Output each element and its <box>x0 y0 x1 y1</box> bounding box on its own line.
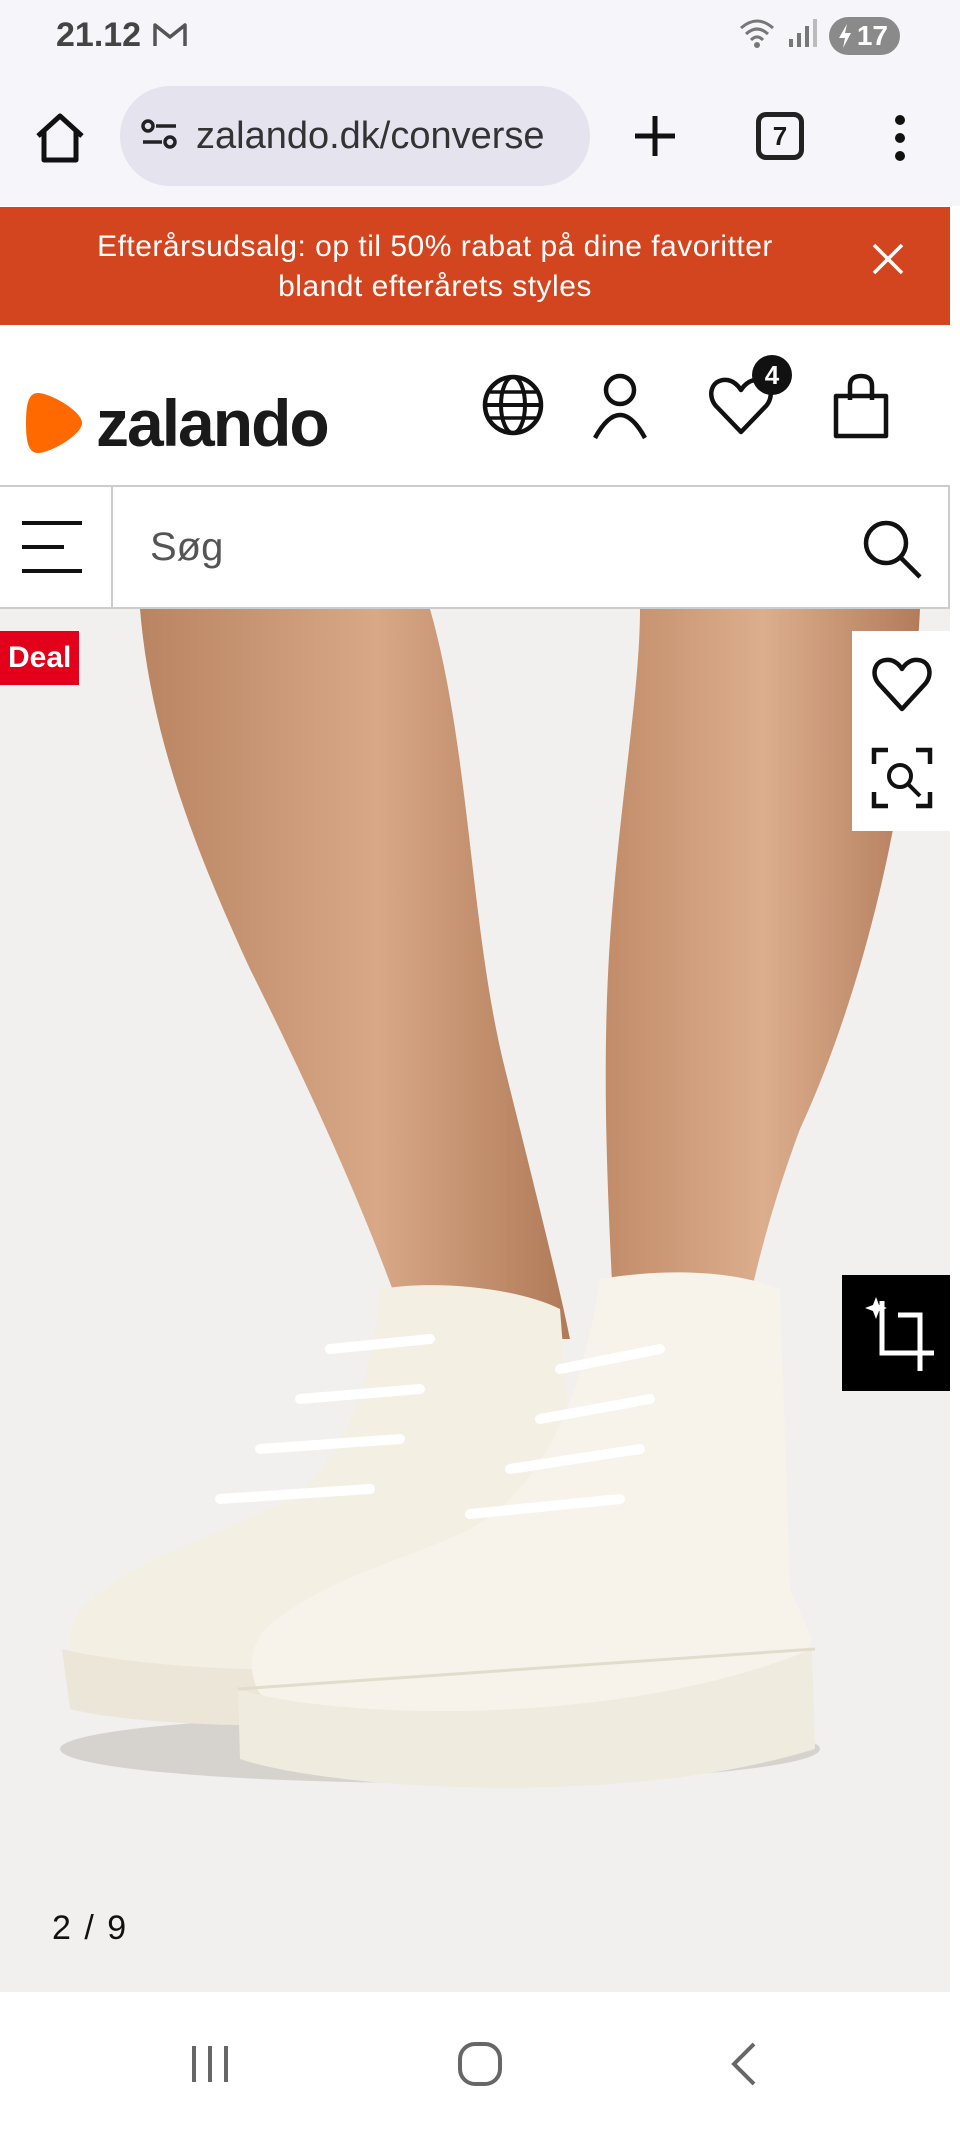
ai-crop-icon[interactable] <box>842 1275 950 1391</box>
logo-text: zalando <box>96 386 330 460</box>
bag-icon[interactable] <box>826 370 896 440</box>
promo-line-1: Efterårsudsalg: op til 50% rabat på dine… <box>97 230 773 263</box>
search-row <box>0 485 950 609</box>
status-time: 21.12 <box>56 16 142 54</box>
tab-switcher-button[interactable]: 7 <box>756 112 804 160</box>
promo-banner[interactable]: Efterårsudsalg: op til 50% rabat på dine… <box>0 207 950 325</box>
zalando-logo-icon <box>26 393 82 453</box>
url-text: zalando.dk/converse <box>196 114 545 157</box>
site-settings-icon[interactable] <box>140 117 180 156</box>
promo-text: Efterårsudsalg: op til 50% rabat på dine… <box>40 227 830 307</box>
deal-badge: Deal <box>0 631 80 685</box>
back-icon[interactable] <box>716 2034 776 2094</box>
system-nav-bar <box>0 1992 960 2133</box>
signal-icon <box>787 17 819 54</box>
image-pager: 2 / 9 <box>52 1909 129 1947</box>
site-header: zalando 4 <box>0 325 950 485</box>
zalando-logo[interactable]: zalando <box>24 385 330 461</box>
search-input[interactable] <box>114 487 834 607</box>
recent-apps-icon[interactable] <box>180 2034 240 2094</box>
search-icon[interactable] <box>860 517 924 581</box>
wishlist-badge: 4 <box>752 355 792 395</box>
product-image-gallery[interactable]: Deal 2 / 9 <box>0 609 950 1992</box>
status-bar: 21.12 17 <box>0 0 960 72</box>
promo-line-2: blandt efterårets styles <box>278 270 592 303</box>
account-icon[interactable] <box>585 370 655 440</box>
mail-icon <box>152 20 188 55</box>
hamburger-menu-icon[interactable] <box>0 487 113 607</box>
battery-level: 17 <box>856 19 888 51</box>
more-vertical-icon[interactable] <box>880 108 920 168</box>
visual-search-icon[interactable] <box>870 746 934 810</box>
browser-toolbar: zalando.dk/converse 7 <box>0 72 960 206</box>
heart-icon[interactable] <box>870 651 934 715</box>
plus-icon[interactable] <box>630 106 680 166</box>
close-icon[interactable] <box>868 239 908 284</box>
home-circle-icon[interactable] <box>450 2034 510 2094</box>
address-bar[interactable]: zalando.dk/converse <box>120 86 590 186</box>
image-side-actions <box>852 631 950 831</box>
tab-count: 7 <box>772 120 788 151</box>
globe-icon[interactable] <box>478 370 548 440</box>
product-photo <box>60 609 920 1788</box>
home-icon[interactable] <box>30 108 90 168</box>
wifi-icon <box>737 16 777 55</box>
status-icons: 17 <box>737 16 900 55</box>
battery-charging-icon: 17 <box>828 16 900 55</box>
